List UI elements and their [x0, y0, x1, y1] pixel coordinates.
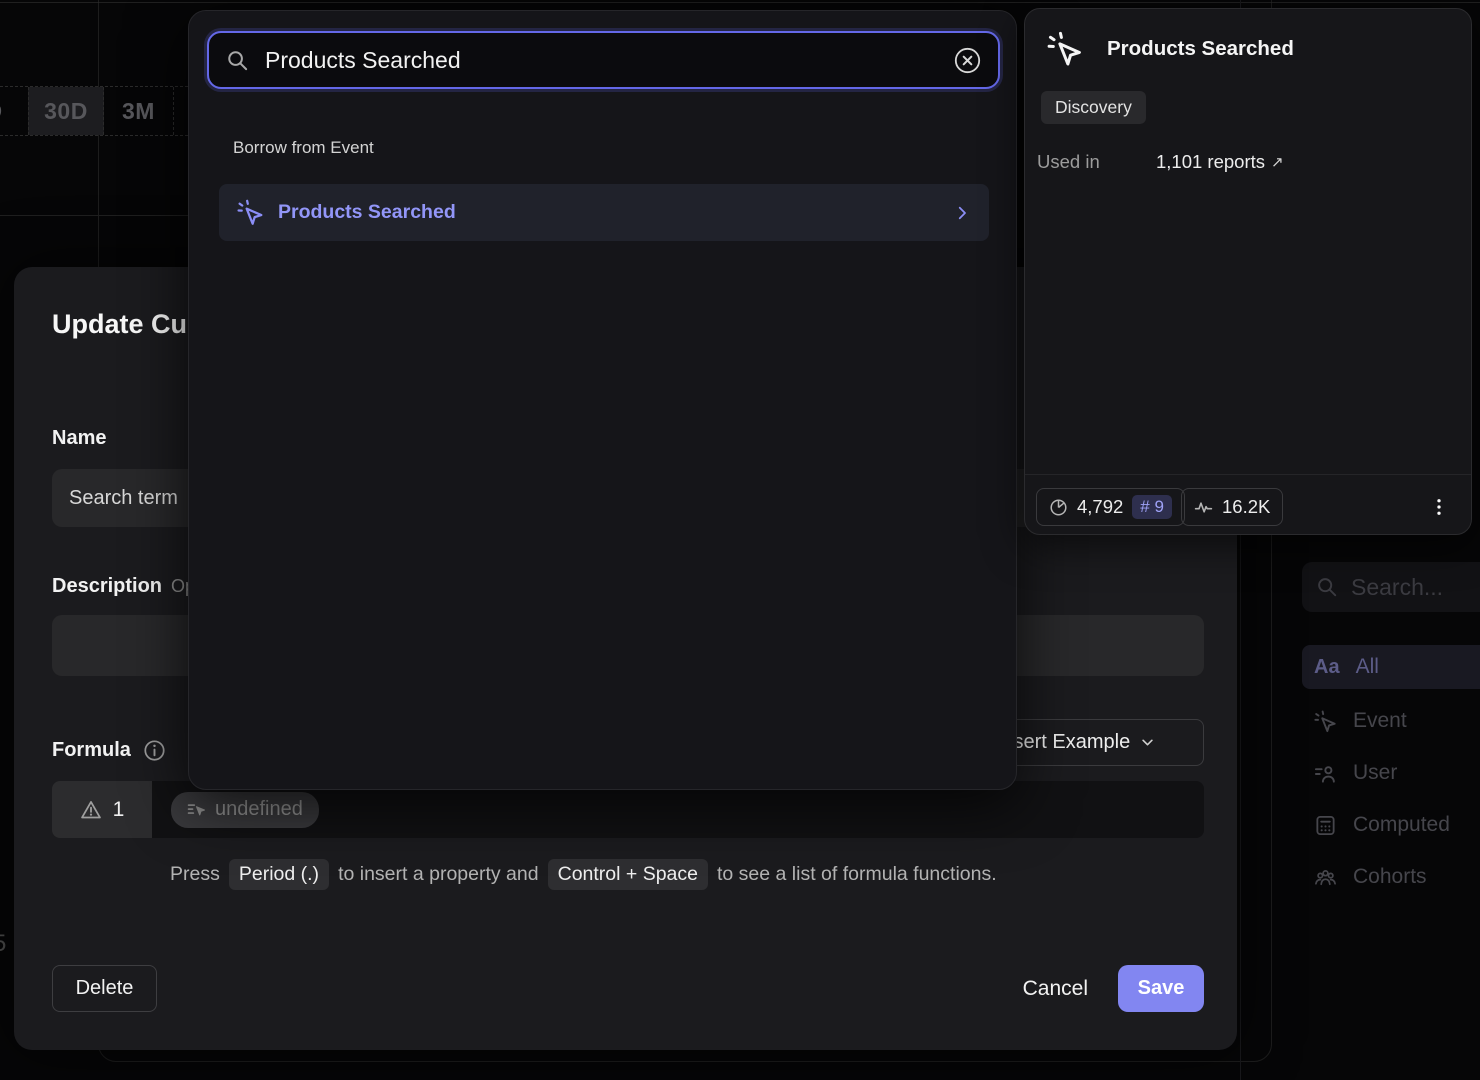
search-icon: [1316, 576, 1338, 598]
used-in-reports-link[interactable]: 1,101 reports ↗: [1156, 151, 1284, 173]
formula-hint: Press Period (.) to insert a property an…: [170, 859, 997, 890]
sidebar-item-computed[interactable]: Computed: [1302, 803, 1480, 847]
event-icon: [237, 199, 264, 226]
hint-text: Press: [170, 863, 220, 886]
modal-title: Update Cu: [52, 309, 187, 340]
volume-value: 16.2K: [1222, 496, 1270, 518]
volume-chip[interactable]: 16.2K: [1181, 488, 1283, 526]
formula-property-chip[interactable]: undefined: [171, 792, 319, 828]
axis-label-fragment: 5: [0, 930, 6, 958]
search-result-label: Products Searched: [278, 201, 939, 224]
kbd-period: Period (.): [229, 859, 329, 890]
sidebar-item-label: Event: [1353, 709, 1407, 733]
card-title: Products Searched: [1107, 37, 1294, 61]
sidebar-search-placeholder: Search...: [1351, 574, 1443, 601]
name-label: Name: [52, 427, 106, 450]
card-header: Products Searched: [1047, 31, 1294, 67]
used-in-row: Used in 1,101 reports ↗: [1037, 151, 1457, 173]
app-screen: D 30D 3M 5 Search... Aa All Event User C…: [0, 0, 1480, 1080]
sidebar-item-label: All: [1356, 655, 1379, 679]
kbd-control-space: Control + Space: [548, 859, 708, 890]
sidebar-item-label: User: [1353, 761, 1397, 785]
name-value: Search term: [69, 487, 178, 510]
property-search-input[interactable]: Products Searched: [207, 31, 1000, 89]
sidebar-search-input[interactable]: Search...: [1302, 562, 1480, 612]
used-in-value: 1,101 reports: [1156, 151, 1265, 173]
card-divider: [1025, 474, 1471, 475]
background-top-divider: [0, 2, 1480, 3]
used-in-label: Used in: [1037, 151, 1156, 173]
external-link-icon: ↗: [1271, 153, 1284, 171]
time-range-selector: D 30D 3M: [0, 86, 188, 136]
cancel-button[interactable]: Cancel: [1023, 977, 1088, 1001]
time-range-30d[interactable]: 30D: [28, 87, 104, 135]
search-query-text: Products Searched: [265, 47, 938, 74]
hint-text: to see a list of formula functions.: [717, 863, 997, 886]
time-range-7d[interactable]: D: [0, 87, 28, 135]
description-label-text: Description: [52, 575, 162, 597]
save-button[interactable]: Save: [1118, 965, 1204, 1012]
query-count-chip[interactable]: 4,792 # 9: [1036, 488, 1185, 526]
search-section-label: Borrow from Event: [233, 138, 374, 158]
query-count-value: 4,792: [1077, 496, 1123, 518]
formula-chip-label: undefined: [215, 798, 303, 821]
sidebar-item-user[interactable]: User: [1302, 751, 1480, 795]
time-range-3m[interactable]: 3M: [104, 87, 174, 135]
computed-icon: [1314, 814, 1337, 837]
kebab-menu-icon: [1429, 497, 1449, 517]
chevron-right-icon: [953, 204, 971, 222]
formula-error-count: 1: [113, 798, 125, 822]
clear-search-icon[interactable]: [954, 47, 981, 74]
search-icon: [226, 49, 249, 72]
property-search-overlay: Products Searched Borrow from Event Prod…: [188, 10, 1017, 790]
hint-text: to insert a property and: [338, 863, 539, 886]
info-icon[interactable]: [143, 739, 166, 762]
delete-button[interactable]: Delete: [52, 965, 157, 1012]
pie-chart-icon: [1049, 498, 1068, 517]
sidebar-item-cohorts[interactable]: Cohorts: [1302, 855, 1480, 899]
sidebar-item-label: Computed: [1353, 813, 1450, 837]
formula-label: Formula: [52, 739, 166, 762]
formula-label-text: Formula: [52, 739, 131, 762]
formula-error-gutter: 1: [52, 781, 152, 838]
activity-icon: [1194, 498, 1213, 517]
sidebar-item-label: Cohorts: [1353, 865, 1427, 889]
event-icon: [1047, 31, 1083, 67]
event-detail-card: Products Searched Discovery Used in 1,10…: [1024, 8, 1472, 535]
sidebar-item-event[interactable]: Event: [1302, 699, 1480, 743]
more-options-button[interactable]: [1419, 488, 1459, 526]
cohorts-icon: [1314, 866, 1337, 889]
rank-badge: # 9: [1132, 495, 1172, 519]
category-badge: Discovery: [1041, 91, 1146, 124]
search-result-products-searched[interactable]: Products Searched: [219, 184, 989, 241]
property-icon: [187, 800, 206, 819]
user-icon: [1314, 762, 1337, 785]
background-divider: [0, 215, 188, 216]
event-icon: [1314, 710, 1337, 733]
text-icon: Aa: [1314, 656, 1340, 679]
sidebar-item-all[interactable]: Aa All: [1302, 645, 1480, 689]
chevron-down-icon: [1140, 735, 1155, 750]
warning-icon: [80, 799, 102, 821]
modal-footer-actions: Cancel Save: [1023, 965, 1204, 1012]
